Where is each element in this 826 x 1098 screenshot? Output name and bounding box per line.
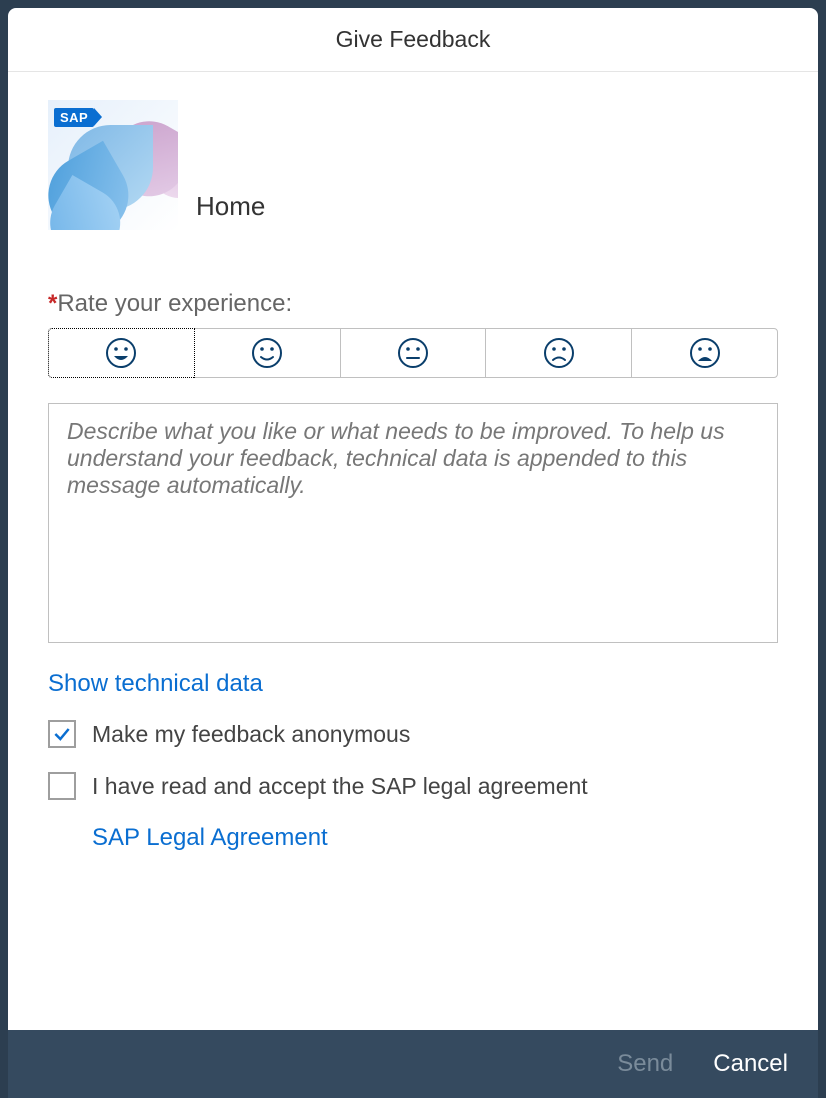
required-indicator: * — [48, 290, 57, 317]
legal-accept-row: I have read and accept the SAP legal agr… — [48, 772, 778, 800]
dialog-title: Give Feedback — [8, 8, 818, 72]
rating-neutral[interactable] — [340, 328, 487, 378]
app-title: Home — [196, 191, 265, 230]
legal-accept-checkbox[interactable] — [48, 772, 76, 800]
face-sad-icon — [543, 337, 575, 369]
app-row: SAP Home — [48, 100, 778, 230]
rating-very-happy[interactable] — [48, 328, 195, 378]
show-technical-data-link[interactable]: Show technical data — [48, 670, 263, 698]
dialog-body: SAP Home *Rate your experience: — [8, 72, 818, 1030]
feedback-textarea[interactable] — [48, 403, 778, 643]
rating-group — [48, 328, 778, 378]
anonymous-checkbox[interactable] — [48, 720, 76, 748]
feedback-dialog: Give Feedback SAP Home *Rate your experi… — [8, 8, 818, 1098]
rating-very-sad[interactable] — [631, 328, 778, 378]
face-very-sad-icon — [689, 337, 721, 369]
app-icon: SAP — [48, 100, 178, 230]
send-button[interactable]: Send — [617, 1050, 673, 1078]
rate-label: *Rate your experience: — [48, 290, 778, 318]
anonymous-label: Make my feedback anonymous — [92, 721, 410, 748]
sap-badge: SAP — [54, 108, 94, 127]
dialog-footer: Send Cancel — [8, 1030, 818, 1098]
rating-sad[interactable] — [485, 328, 632, 378]
face-happy-icon — [251, 337, 283, 369]
legal-agreement-link[interactable]: SAP Legal Agreement — [92, 824, 328, 852]
legal-accept-label: I have read and accept the SAP legal agr… — [92, 773, 588, 800]
cancel-button[interactable]: Cancel — [713, 1050, 788, 1078]
anonymous-row: Make my feedback anonymous — [48, 720, 778, 748]
face-very-happy-icon — [105, 337, 137, 369]
face-neutral-icon — [397, 337, 429, 369]
rating-happy[interactable] — [194, 328, 341, 378]
